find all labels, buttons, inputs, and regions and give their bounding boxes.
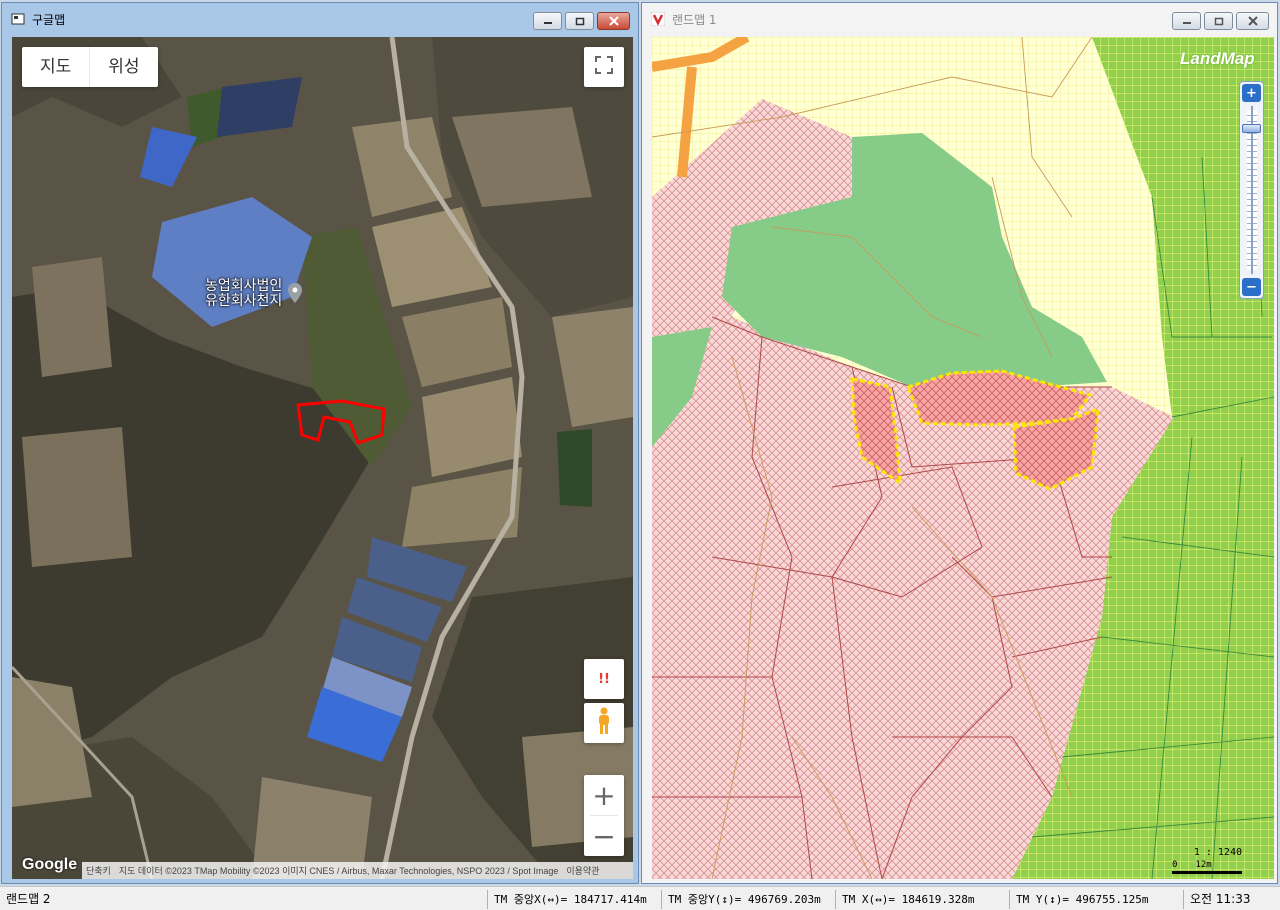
titlebar[interactable]: 랜드맵 1	[642, 3, 1277, 35]
alert-button[interactable]: !!	[584, 659, 624, 699]
statusbar-clock: 오전 11:33	[1183, 890, 1273, 909]
land-parcel-map[interactable]: LandMap + − 1 : 1240 0 12m	[652, 37, 1274, 879]
location-pin-icon[interactable]	[288, 283, 302, 307]
scale-distance-label: 12m	[1195, 860, 1212, 870]
zoom-slider[interactable]: + −	[1239, 81, 1264, 299]
place-label[interactable]: 농업회사법인 유한회사천지	[205, 279, 282, 309]
close-button[interactable]	[1236, 12, 1269, 30]
zoom-out-button[interactable]: −	[1242, 278, 1261, 296]
restore-button[interactable]	[565, 12, 594, 30]
zoom-control: + −	[584, 775, 624, 856]
statusbar-app-name: 랜드맵 2	[6, 892, 51, 906]
zoom-in-button[interactable]: +	[1242, 84, 1261, 102]
street-view-button[interactable]	[584, 703, 624, 743]
map-attribution: 단축키 지도 데이터 ©2023 TMap Mobility ©2023 이미지…	[82, 862, 633, 879]
restore-button[interactable]	[1204, 12, 1233, 30]
window-title: 구글맵	[32, 12, 66, 27]
map-type-toggle: 지도 위성	[22, 47, 158, 87]
window-title: 랜드맵 1	[672, 12, 717, 27]
app-window-icon	[10, 11, 26, 27]
landmap-logo: LandMap	[1180, 49, 1255, 68]
satellite-imagery	[12, 37, 633, 879]
map-scale: 1 : 1240 0 12m	[1172, 847, 1242, 874]
titlebar[interactable]: 구글맵	[2, 3, 638, 35]
minimize-button[interactable]	[1172, 12, 1201, 30]
terms-link[interactable]: 이용약관	[566, 864, 599, 877]
minimize-button[interactable]	[533, 12, 562, 30]
landmap-app-icon	[650, 11, 666, 27]
fullscreen-button[interactable]	[584, 47, 624, 87]
landmap-window: 랜드맵 1 LandMap + − 1: 1240 0 12m	[641, 2, 1278, 884]
zoom-in-button[interactable]: +	[584, 775, 624, 815]
zoom-out-button[interactable]: −	[584, 816, 624, 856]
alert-icon: !!	[598, 671, 610, 687]
keyboard-shortcuts-link[interactable]: 단축키	[86, 864, 111, 877]
map-type-map-tab[interactable]: 지도	[22, 47, 89, 87]
satellite-map[interactable]: 지도 위성 농업회사법인 유한회사천지 !! + − Google 단축키 지도…	[12, 37, 633, 879]
statusbar-tm-x: TM X(↔)= 184619.328m	[835, 890, 1005, 909]
statusbar-tm-center-x: TM 중앙X(↔)= 184717.414m	[487, 890, 657, 909]
map-type-satellite-tab[interactable]: 위성	[89, 47, 157, 87]
google-map-window: 구글맵 지도 위성 농업회사법인 유한회사천지 !! + − Google 단축…	[1, 2, 639, 884]
close-button[interactable]	[597, 12, 630, 30]
statusbar-tm-y: TM Y(↕)= 496755.125m	[1009, 890, 1179, 909]
statusbar-tm-center-y: TM 중앙Y(↕)= 496769.203m	[661, 890, 831, 909]
scale-bar	[1172, 871, 1242, 874]
pegman-icon	[596, 707, 612, 739]
zoom-slider-thumb[interactable]	[1242, 124, 1261, 133]
scale-zero-label: 0	[1172, 860, 1178, 870]
map-data-credit: 지도 데이터 ©2023 TMap Mobility ©2023 이미지 CNE…	[118, 866, 559, 876]
statusbar: 랜드맵 2 TM 중앙X(↔)= 184717.414m TM 중앙Y(↕)= …	[0, 886, 1280, 910]
google-logo: Google	[22, 856, 78, 873]
parcel-layer	[652, 37, 1274, 879]
scale-ratio: 1 : 1240	[1193, 847, 1242, 858]
fullscreen-icon	[595, 56, 613, 78]
